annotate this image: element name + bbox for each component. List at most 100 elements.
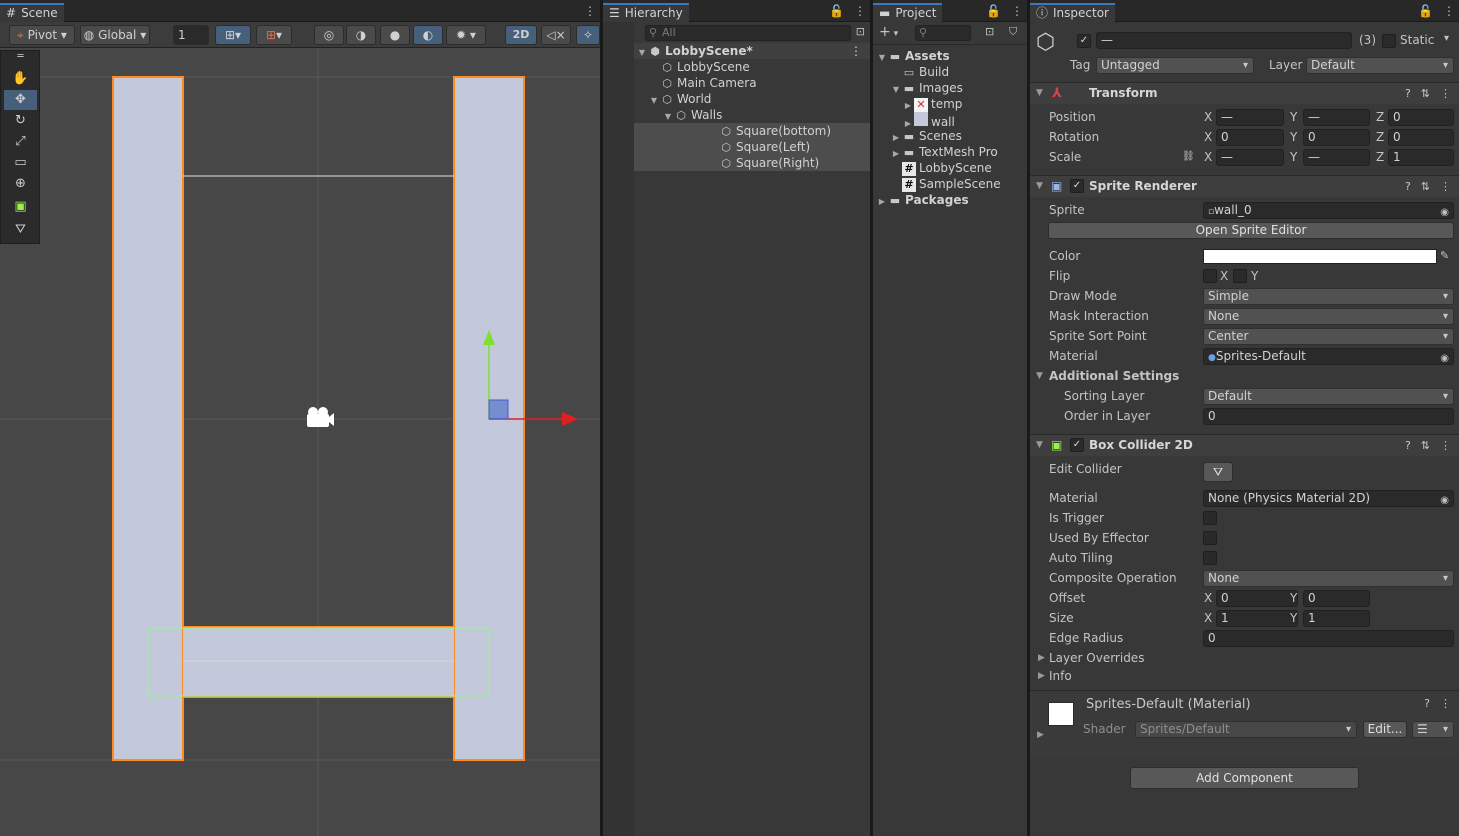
tab-hierarchy[interactable]: ☰ Hierarchy — [603, 3, 689, 22]
flip-x-checkbox[interactable] — [1203, 269, 1217, 283]
constrain-proportions-icon[interactable]: ⛓ — [1182, 147, 1195, 167]
edge-radius-field[interactable]: 0 — [1203, 630, 1454, 647]
preset-icon[interactable]: ⇅ — [1421, 176, 1430, 197]
scene-viewport[interactable] — [0, 48, 600, 836]
shader-dropdown[interactable]: Sprites/Default — [1135, 721, 1357, 738]
expand-arrow-icon[interactable]: ▶ — [1038, 666, 1045, 686]
additional-settings-foldout[interactable]: ▼ Additional Settings — [1030, 366, 1459, 386]
layer-dropdown[interactable]: Default — [1306, 57, 1454, 74]
gameobject-cube-icon[interactable]: ⬡ — [1036, 30, 1055, 56]
position-y-field[interactable]: — — [1303, 109, 1370, 126]
rotation-y-field[interactable]: 0 — [1303, 129, 1370, 146]
grid-size-input[interactable]: 1 — [173, 25, 209, 45]
tree-item-textmesh-pro[interactable]: ▶ ▬ TextMesh Pro — [873, 144, 1027, 160]
help-icon[interactable]: ? — [1405, 83, 1411, 104]
create-asset-button[interactable]: + ▾ — [879, 24, 898, 42]
transform-tool-button[interactable]: ⊕ — [4, 174, 37, 194]
scale-tool-button[interactable]: ⤢ — [4, 132, 37, 152]
rotate-tool-button[interactable]: ↻ — [4, 111, 37, 131]
tree-item-main-camera[interactable]: ⬡ Main Camera — [603, 75, 870, 91]
filter-by-type-button[interactable]: ⊡ — [985, 25, 994, 38]
lighting-toggle[interactable]: ✹ ▾ — [446, 25, 486, 45]
tree-item-assets[interactable]: ▼ ▬ Assets — [873, 48, 1027, 64]
flip-y-checkbox[interactable] — [1233, 269, 1247, 283]
tab-inspector[interactable]: ⓘ Inspector — [1030, 3, 1115, 22]
collapse-arrow-icon[interactable]: ▼ — [1036, 435, 1043, 456]
static-checkbox[interactable] — [1382, 34, 1396, 48]
expand-arrow-icon[interactable]: ▶ — [876, 194, 888, 210]
project-search-input[interactable]: ⚲ — [915, 25, 971, 41]
is-trigger-checkbox[interactable] — [1203, 511, 1217, 525]
sprite-renderer-enabled-checkbox[interactable]: ✓ — [1070, 179, 1084, 193]
toggle-2d-button[interactable]: 2D — [505, 25, 537, 45]
tree-item-square-left[interactable]: ⬡ Square(Left) — [634, 139, 870, 155]
rotation-x-field[interactable]: 0 — [1216, 129, 1284, 146]
mask-interaction-dropdown[interactable]: None — [1203, 308, 1454, 325]
transform-header[interactable]: ▼ ⅄ Transform ? ⇅ ⋮ — [1030, 82, 1459, 104]
global-dropdown[interactable]: ◍ Global ▾ — [80, 25, 150, 45]
more-menu-icon[interactable]: ⋮ — [854, 3, 866, 19]
help-icon[interactable]: ? — [1405, 435, 1411, 456]
collapse-arrow-icon[interactable]: ▼ — [1036, 176, 1043, 197]
tree-item-packages[interactable]: ▶ ▬ Packages — [873, 192, 1027, 208]
composite-operation-dropdown[interactable]: None — [1203, 570, 1454, 587]
offset-x-field[interactable]: 0 — [1216, 590, 1298, 607]
preset-icon[interactable]: ⇅ — [1421, 435, 1430, 456]
expand-arrow-icon[interactable]: ▶ — [1037, 730, 1044, 740]
rotation-z-field[interactable]: 0 — [1388, 129, 1454, 146]
open-sprite-editor-button[interactable]: Open Sprite Editor — [1048, 222, 1454, 239]
rect-tool-button[interactable]: ▭ — [4, 153, 37, 173]
eyedropper-icon[interactable]: ✎ — [1440, 246, 1449, 266]
tree-item-world[interactable]: ▼ ⬡ World — [603, 91, 870, 107]
tree-item-square-right[interactable]: ⬡ Square(Right) — [634, 155, 870, 171]
draw-mode-wireframe-button[interactable]: ◎ — [314, 25, 344, 45]
effects-toggle[interactable]: ✧ — [576, 25, 600, 45]
name-field[interactable]: — — [1096, 32, 1352, 49]
info-foldout[interactable]: ▶ Info — [1030, 666, 1459, 686]
hand-tool-button[interactable]: ✋ — [4, 69, 37, 89]
more-menu-icon[interactable]: ⋮ — [850, 43, 862, 59]
tree-item-scenes[interactable]: ▶ ▬ Scenes — [873, 128, 1027, 144]
tab-scene[interactable]: # Scene — [0, 3, 64, 22]
object-picker-icon[interactable]: ◉ — [1440, 351, 1449, 364]
tree-item-square-bottom[interactable]: ⬡ Square(bottom) — [634, 123, 870, 139]
object-picker-icon[interactable]: ◉ — [1440, 205, 1449, 218]
scale-z-field[interactable]: 1 — [1388, 149, 1454, 166]
grid-snap-button[interactable]: ⊞▾ — [215, 25, 251, 45]
static-dropdown-arrow-icon[interactable]: ▾ — [1444, 33, 1449, 44]
active-checkbox[interactable]: ✓ — [1077, 34, 1091, 48]
draw-mode-shaded-button[interactable]: ● — [380, 25, 410, 45]
box-collider-header[interactable]: ▼ ▣ ✓ Box Collider 2D ? ⇅ ⋮ — [1030, 434, 1459, 456]
order-in-layer-field[interactable]: 0 — [1203, 408, 1454, 425]
color-swatch[interactable] — [1203, 249, 1437, 264]
position-z-field[interactable]: 0 — [1388, 109, 1454, 126]
position-x-field[interactable]: — — [1216, 109, 1284, 126]
object-picker-icon[interactable]: ◉ — [1440, 493, 1449, 506]
draw-mode-lit-button[interactable]: ◐ — [413, 25, 443, 45]
sort-point-dropdown[interactable]: Center — [1203, 328, 1454, 345]
tree-item-wall[interactable]: ▶ wall — [873, 112, 1027, 129]
material-object-field[interactable]: ●Sprites-Default ◉ — [1203, 348, 1454, 365]
filter-by-label-button[interactable]: ⛉ — [1009, 25, 1017, 39]
pivot-dropdown[interactable]: ⌖ Pivot ▾ — [9, 25, 75, 45]
tree-item-build[interactable]: ▭ Build — [873, 64, 1027, 80]
edit-collider-tool-button[interactable]: ⛛ — [4, 220, 37, 240]
hierarchy-search-input[interactable]: ⚲ All — [645, 25, 851, 41]
shader-options-dropdown[interactable]: ☰ — [1412, 721, 1454, 738]
tree-item-lobbyscene[interactable]: ⬡ LobbyScene — [603, 59, 870, 75]
more-menu-icon[interactable]: ⋮ — [584, 3, 596, 19]
help-icon[interactable]: ? — [1424, 697, 1430, 710]
expand-arrow-icon[interactable]: ▶ — [1038, 648, 1045, 668]
size-x-field[interactable]: 1 — [1216, 610, 1298, 627]
tree-item-images[interactable]: ▼ ▬ Images — [873, 80, 1027, 96]
scale-x-field[interactable]: — — [1216, 149, 1284, 166]
box-collider-enabled-checkbox[interactable]: ✓ — [1070, 438, 1084, 452]
used-by-effector-checkbox[interactable] — [1203, 531, 1217, 545]
more-menu-icon[interactable]: ⋮ — [1440, 176, 1451, 197]
edit-collider-button[interactable]: ⛛ — [1203, 462, 1233, 482]
sprite-object-field[interactable]: ▫wall_0 ◉ — [1203, 202, 1454, 219]
shader-edit-button[interactable]: Edit... — [1363, 721, 1407, 738]
offset-y-field[interactable]: 0 — [1303, 590, 1370, 607]
collider-tool-button[interactable]: ▣ — [4, 197, 37, 217]
tab-project[interactable]: ▬ Project — [873, 3, 943, 22]
